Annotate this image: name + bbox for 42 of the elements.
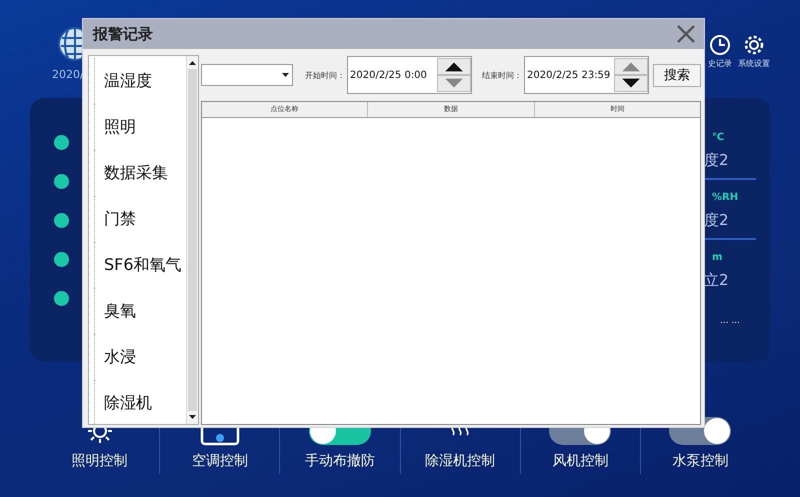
header-button-label[interactable]: 史记录 [708, 58, 732, 69]
datetime-field[interactable]: 2020/2/25 0:00 [347, 56, 472, 94]
category-item[interactable]: 照明 [104, 116, 136, 138]
control-label[interactable]: 除湿机控制 [425, 452, 496, 470]
control-label[interactable]: 空调控制 [192, 452, 248, 470]
category-item[interactable]: 门禁 [104, 208, 136, 230]
unit-text: ℃ [712, 132, 724, 145]
status-dot [54, 252, 69, 267]
window-title: 报警记录 [93, 24, 153, 44]
close-icon[interactable] [676, 24, 696, 44]
control-label[interactable]: 手动布撤防 [304, 452, 375, 470]
category-item[interactable]: 水浸 [104, 346, 136, 368]
unit-text: %RH [712, 192, 738, 205]
category-item[interactable]: 除湿机 [104, 392, 152, 414]
status-dot [54, 291, 69, 306]
status-dot [54, 174, 69, 189]
clock-icon[interactable] [709, 34, 731, 56]
scrollbar[interactable] [186, 56, 198, 424]
status-dot [54, 213, 69, 228]
datetime-field[interactable]: 2020/2/25 23:59 [524, 56, 649, 94]
more-text[interactable]: ... ... [720, 316, 740, 326]
date-text: 2020/ [52, 68, 84, 81]
scroll-down-icon[interactable] [188, 414, 197, 420]
settings-icon[interactable] [743, 34, 765, 56]
reading-label: 度2 [704, 211, 729, 230]
category-item[interactable]: 温湿度 [104, 70, 152, 92]
status-dot [54, 135, 69, 150]
control-label[interactable]: 水泵控制 [672, 452, 728, 470]
end-time-label: 结束时间： [482, 70, 522, 80]
search-button[interactable]: 搜索 [653, 64, 701, 86]
start-time-label: 开始时间： [305, 70, 345, 80]
unit-text: m [712, 252, 722, 265]
reading-label: 立2 [704, 271, 729, 290]
header-button-label[interactable]: 系统设置 [738, 58, 770, 69]
scroll-up-icon[interactable] [188, 60, 197, 66]
category-item[interactable]: 数据采集 [104, 162, 168, 184]
reading-label: 度2 [704, 151, 729, 170]
category-item[interactable]: SF6和氧气 [104, 254, 182, 276]
control-label[interactable]: 风机控制 [552, 452, 608, 470]
control-label[interactable]: 照明控制 [72, 452, 128, 470]
category-item[interactable]: 臭氧 [104, 300, 136, 322]
caret-icon[interactable] [282, 73, 289, 77]
